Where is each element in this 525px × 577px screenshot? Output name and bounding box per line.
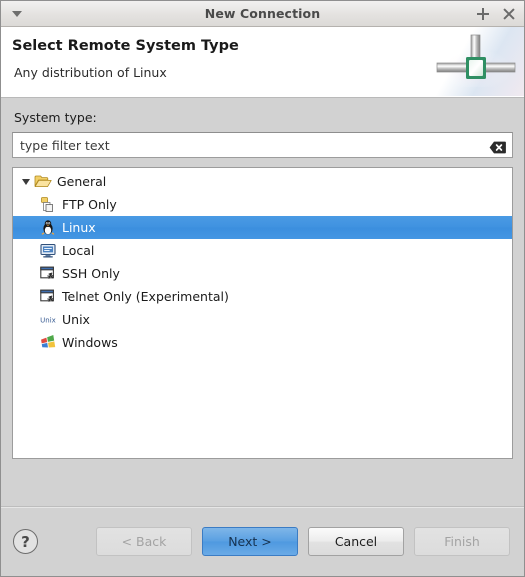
tree-label-general: General	[57, 174, 107, 189]
filter-field-wrapper[interactable]: type filter text	[12, 132, 513, 158]
chevron-down-icon	[12, 10, 22, 17]
local-monitor-icon	[39, 242, 57, 259]
tree-row-windows[interactable]: Windows	[13, 331, 512, 354]
network-connection-icon	[427, 27, 524, 96]
close-button[interactable]	[502, 7, 516, 21]
page-subtitle: Any distribution of Linux	[14, 65, 167, 80]
tree-label-telnet-only: Telnet Only (Experimental)	[62, 289, 229, 304]
clear-backspace-icon[interactable]	[489, 139, 506, 153]
tree-row-telnet-only[interactable]: Telnet Only (Experimental)	[13, 285, 512, 308]
tree-row-local[interactable]: Local	[13, 239, 512, 262]
open-folder-icon	[34, 173, 52, 190]
window-title: New Connection	[204, 6, 321, 21]
dialog-content: System type: type filter text General FT…	[1, 98, 524, 506]
cancel-button[interactable]: Cancel	[308, 527, 404, 556]
system-type-tree[interactable]: General FTP Only Linux Local SSH Only Te…	[12, 167, 513, 459]
window-menu-icon[interactable]	[10, 7, 24, 21]
tree-label-ftp-only: FTP Only	[62, 197, 117, 212]
dialog-button-bar: ? < Back Next > Cancel Finish	[1, 506, 524, 576]
finish-button[interactable]: Finish	[414, 527, 510, 556]
back-button[interactable]: < Back	[96, 527, 192, 556]
windows-flag-icon	[39, 334, 57, 351]
dialog-banner: Select Remote System Type Any distributi…	[1, 27, 524, 98]
title-bar: New Connection	[1, 1, 524, 27]
next-button[interactable]: Next >	[202, 527, 298, 556]
maximize-button[interactable]	[476, 7, 490, 21]
tree-label-linux: Linux	[62, 220, 96, 235]
tree-label-local: Local	[62, 243, 95, 258]
filter-input[interactable]: type filter text	[13, 138, 489, 153]
page-title: Select Remote System Type	[12, 38, 239, 54]
svg-text:Unix: Unix	[40, 317, 56, 325]
help-question-icon[interactable]: ?	[13, 529, 38, 554]
window-controls	[476, 1, 516, 26]
telnet-window-icon	[39, 288, 57, 305]
triangle-down-icon[interactable]	[18, 178, 34, 185]
tree-row-ssh-only[interactable]: SSH Only	[13, 262, 512, 285]
unix-text-icon: Unix	[39, 311, 57, 328]
tree-label-ssh-only: SSH Only	[62, 266, 120, 281]
tree-label-unix: Unix	[62, 312, 90, 327]
tree-row-unix[interactable]: Unix Unix	[13, 308, 512, 331]
ftp-pages-icon	[39, 196, 57, 213]
tree-row-general[interactable]: General	[13, 170, 512, 193]
tree-label-windows: Windows	[62, 335, 118, 350]
system-type-label: System type:	[14, 110, 97, 125]
ssh-window-icon	[39, 265, 57, 282]
tree-row-linux[interactable]: Linux	[13, 216, 512, 239]
new-connection-dialog: New Connection Select Remote System Type…	[0, 0, 525, 577]
tree-row-ftp-only[interactable]: FTP Only	[13, 193, 512, 216]
linux-penguin-icon	[39, 219, 57, 236]
wizard-buttons: < Back Next > Cancel Finish	[96, 527, 512, 556]
